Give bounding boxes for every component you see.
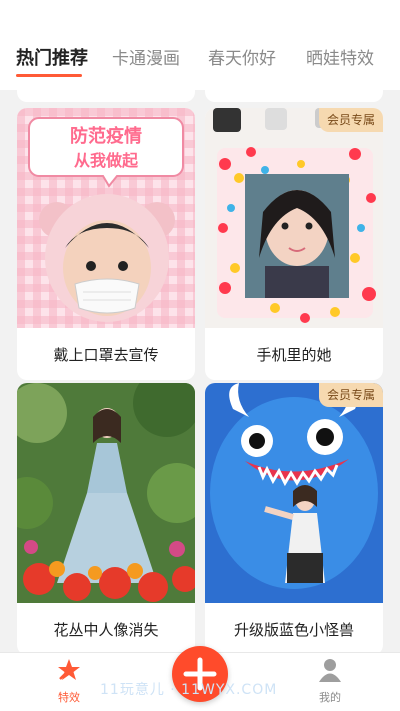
effect-card-monster[interactable]: 会员专属 升级版蓝色小怪兽 (205, 383, 383, 655)
card-thumbnail: 防范疫情 从我做起 (17, 108, 195, 328)
card-title: 手机里的她 (256, 345, 332, 364)
vip-badge: 会员专属 (318, 383, 383, 407)
card-title: 升级版蓝色小怪兽 (233, 620, 354, 639)
card-thumbnail (17, 383, 195, 603)
nav-effects[interactable]: 特效 (39, 657, 99, 705)
effect-card-flowers[interactable]: 花丛中人像消失 (17, 383, 195, 655)
previous-card-edge (205, 90, 383, 102)
effect-card-phone[interactable]: 会员专属 手机里的她 (205, 108, 383, 380)
effect-card-mask[interactable]: 防范疫情 从我做起 戴上口罩去宣传 (17, 108, 195, 380)
tab-cartoon[interactable]: 卡通漫画 (112, 44, 180, 69)
user-icon (317, 659, 343, 687)
poster-title-line1: 防范疫情 (70, 125, 142, 147)
tab-hot[interactable]: 热门推荐 (16, 44, 88, 70)
card-thumbnail (205, 108, 383, 328)
nav-profile[interactable]: 我的 (300, 657, 360, 705)
card-title: 花丛中人像消失 (53, 620, 159, 639)
nav-profile-label: 我的 (319, 691, 341, 704)
effects-star-icon (56, 659, 82, 687)
card-thumbnail (205, 383, 383, 603)
tab-kids[interactable]: 晒娃特效 (306, 44, 374, 69)
watermark: 11玩意儿 · 11WYX.COM (100, 682, 278, 698)
nav-effects-label: 特效 (58, 691, 80, 704)
poster-title-line2: 从我做起 (74, 151, 139, 170)
previous-card-edge (17, 90, 195, 102)
top-tab-bar: 热门推荐 卡通漫画 春天你好 晒娃特效 (0, 0, 400, 90)
active-tab-indicator (16, 74, 82, 77)
card-title: 戴上口罩去宣传 (53, 345, 159, 364)
vip-badge: 会员专属 (318, 108, 383, 132)
tab-spring[interactable]: 春天你好 (208, 44, 276, 69)
